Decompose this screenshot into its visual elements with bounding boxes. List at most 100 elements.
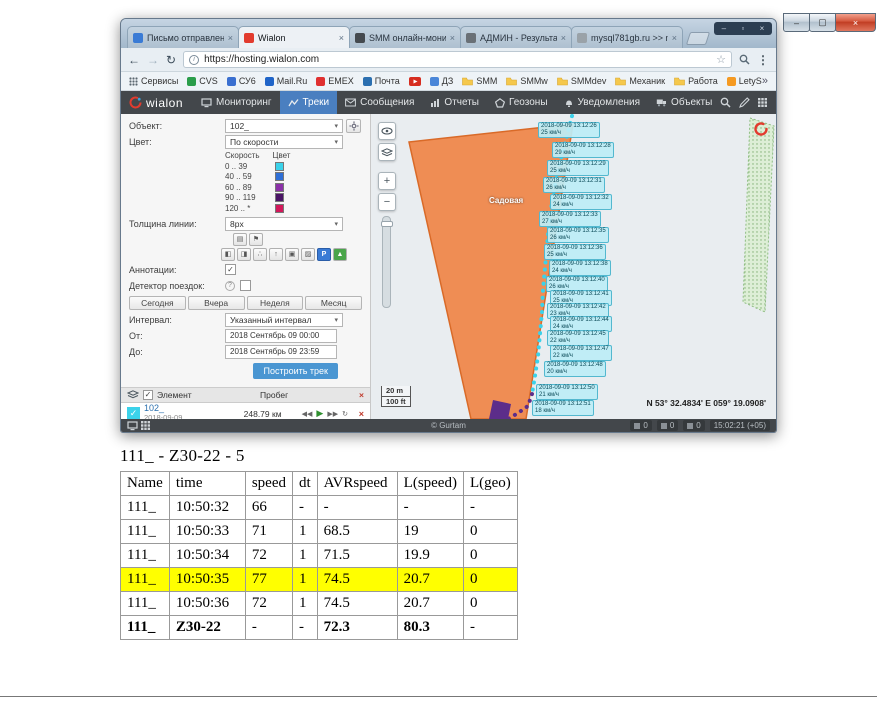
track-row[interactable]: ✓ 102_ 2018-09-09 248.79 км ◀◀ ▶ ▶▶ ↻ × — [121, 403, 370, 420]
prev-point-button[interactable]: ◀◀ — [302, 410, 313, 418]
bookmark-item[interactable]: Почта — [363, 76, 400, 86]
track-event-button[interactable]: ▲ — [333, 248, 347, 261]
bookmark-item[interactable]: Механик — [615, 76, 665, 86]
zoom-slider-handle[interactable] — [381, 221, 393, 227]
trip-detector-checkbox[interactable] — [240, 280, 251, 291]
chrome-maximize-button[interactable]: ▫ — [741, 25, 744, 33]
bookmark-item[interactable]: LetyShops — [727, 76, 762, 86]
zoom-out-button[interactable]: − — [378, 193, 396, 211]
green-area-polygon[interactable] — [743, 118, 774, 312]
interval-tab[interactable]: Месяц — [305, 296, 362, 310]
browser-tab[interactable]: Wialon × — [238, 26, 350, 48]
unit-settings-button[interactable] — [346, 119, 361, 133]
browser-tab[interactable]: mysql781gb.ru >> mysq × — [571, 26, 683, 48]
back-button[interactable]: ← — [128, 54, 140, 66]
tab-close-icon[interactable]: × — [561, 33, 566, 43]
track-finish-button[interactable]: ◨ — [237, 248, 251, 261]
forward-button[interactable]: → — [147, 54, 159, 66]
interval-select[interactable]: Указанный интервал▾ — [225, 313, 343, 327]
track-media-button[interactable]: ▣ — [285, 248, 299, 261]
browser-titlebar[interactable]: Письмо отправлено - П × Wialon × SMM онл… — [121, 19, 776, 48]
search-icon[interactable] — [720, 97, 731, 108]
nav-item-messages[interactable]: Сообщения — [337, 91, 422, 114]
address-bar[interactable]: i https://hosting.wialon.com ☆ — [183, 51, 732, 68]
zoom-in-button[interactable]: + — [378, 172, 396, 190]
new-tab-button[interactable] — [686, 32, 710, 45]
nav-item-units[interactable]: Объекты — [648, 91, 720, 114]
help-icon: ? — [225, 281, 235, 291]
nav-item-tracks[interactable]: Треки — [280, 91, 338, 114]
nav-item-geofences[interactable]: Геозоны — [487, 91, 556, 114]
tab-close-icon[interactable]: × — [339, 33, 344, 43]
site-info-icon[interactable]: i — [189, 55, 199, 65]
bookmark-item[interactable]: SMMdev — [557, 76, 607, 86]
track-arrows-button[interactable]: ↑ — [269, 248, 283, 261]
scale-metric: 20 m — [381, 386, 411, 396]
bookmark-item[interactable]: SMMw — [506, 76, 548, 86]
chrome-minimize-button[interactable]: – — [722, 25, 726, 33]
track-flags-button[interactable]: ⚑ — [249, 233, 263, 246]
bookmark-item[interactable]: Работа — [674, 76, 718, 86]
nav-item-monitor[interactable]: Мониторинг — [193, 91, 279, 114]
nav-item-reports[interactable]: Отчеты — [422, 91, 487, 114]
tools-icon[interactable] — [739, 97, 750, 108]
clear-all-button[interactable]: × — [350, 390, 364, 400]
track-annotation: 2018-09-09 13:12:48 20 км/ч — [544, 361, 606, 377]
more-icon[interactable]: ⋮ — [775, 96, 777, 109]
interval-tab[interactable]: Сегодня — [129, 296, 186, 310]
layout-grid-icon[interactable] — [141, 421, 150, 431]
track-park-button[interactable]: P — [317, 248, 331, 261]
loop-button[interactable]: ↻ — [342, 410, 348, 418]
bookmark-item[interactable]: SMM — [462, 76, 497, 86]
from-input[interactable]: 2018 Сентябрь 09 00:00 — [225, 329, 337, 343]
track-visibility-button[interactable]: ▤ — [233, 233, 247, 246]
bookmark-item[interactable]: ДЗ — [430, 76, 454, 86]
layers-button[interactable] — [378, 143, 396, 161]
zoom-slider[interactable] — [382, 216, 391, 308]
wrench-icon — [349, 121, 359, 131]
browser-tab[interactable]: АДМИН - Результаты О × — [460, 26, 572, 48]
wialon-logo: wialon — [121, 96, 193, 110]
maximize-button[interactable]: ▢ — [809, 13, 836, 32]
track-points-button[interactable]: ∴ — [253, 248, 267, 261]
browser-tab[interactable]: SMM онлайн-мониторин × — [349, 26, 461, 48]
track-speed-button[interactable]: ▨ — [301, 248, 315, 261]
annotations-checkbox[interactable]: ✓ — [225, 264, 236, 275]
visibility-button[interactable] — [378, 122, 396, 140]
bookmark-item[interactable] — [409, 77, 421, 86]
bookmark-item[interactable]: Mail.Ru — [265, 76, 308, 86]
select-all-checkbox[interactable]: ✓ — [143, 390, 153, 400]
play-button[interactable]: ▶ — [316, 408, 323, 419]
bookmark-item[interactable]: CVS — [187, 76, 218, 86]
chrome-close-button[interactable]: × — [760, 25, 765, 33]
tab-close-icon[interactable]: × — [228, 33, 233, 43]
nav-item-notifications[interactable]: Уведомления — [556, 91, 649, 114]
object-select[interactable]: 102_▾ — [225, 119, 343, 133]
bookmark-item[interactable]: Сервисы — [129, 76, 178, 86]
layout-map-icon[interactable] — [127, 421, 138, 431]
thickness-select[interactable]: 8px▾ — [225, 217, 343, 231]
tab-close-icon[interactable]: × — [672, 33, 677, 43]
bookmarks-overflow-icon[interactable]: » — [762, 75, 768, 87]
browser-tab[interactable]: Письмо отправлено - П × — [127, 26, 239, 48]
track-start-button[interactable]: ◧ — [221, 248, 235, 261]
extension-icon[interactable] — [739, 54, 750, 65]
refresh-button[interactable]: ↻ — [166, 54, 176, 66]
bookmark-item[interactable]: СУ6 — [227, 76, 256, 86]
next-point-button[interactable]: ▶▶ — [327, 410, 338, 418]
track-color-checkbox[interactable]: ✓ — [127, 407, 140, 419]
color-select[interactable]: По скорости▾ — [225, 135, 343, 149]
remove-track-button[interactable]: × — [352, 409, 364, 419]
browser-menu-icon[interactable]: ⋮ — [757, 53, 769, 67]
to-input[interactable]: 2018 Сентябрь 09 23:59 — [225, 345, 337, 359]
interval-tab[interactable]: Вчера — [188, 296, 245, 310]
bookmark-item[interactable]: EMEX — [316, 76, 354, 86]
bookmark-star-icon[interactable]: ☆ — [716, 53, 726, 66]
build-track-button[interactable]: Построить трек — [253, 363, 338, 379]
close-button[interactable]: × — [835, 13, 876, 32]
minimize-button[interactable]: – — [783, 13, 810, 32]
map[interactable]: 2018-09-09 13:12:26 25 км/ч 2018-09-09 1… — [371, 114, 776, 419]
interval-tab[interactable]: Неделя — [247, 296, 304, 310]
tab-close-icon[interactable]: × — [450, 33, 455, 43]
apps-grid-icon[interactable] — [758, 98, 767, 107]
